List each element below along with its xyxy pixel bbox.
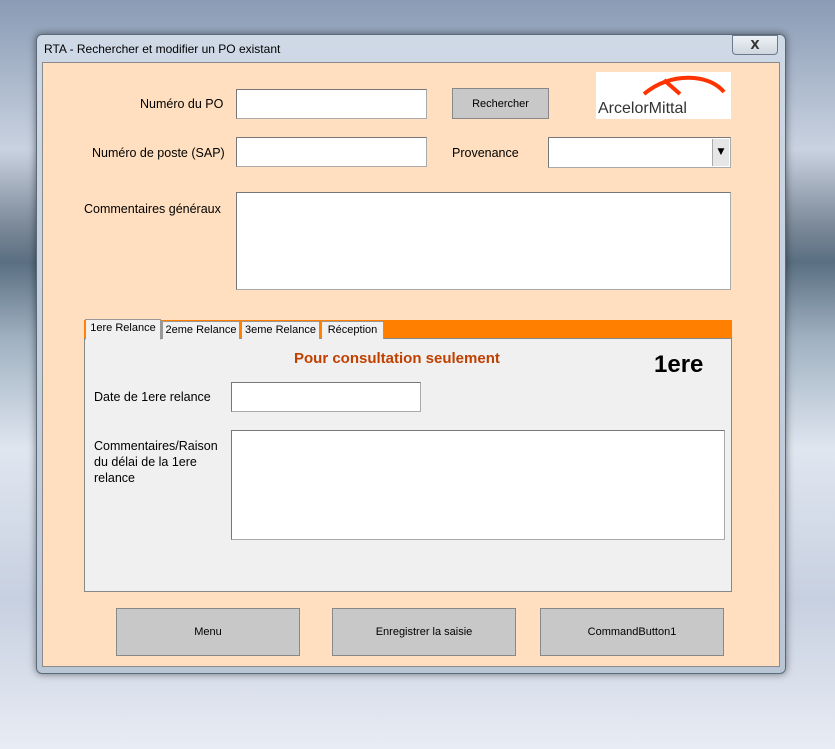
provenance-label: Provenance	[452, 146, 519, 160]
arcelormittal-logo: ArcelorMittal	[596, 72, 731, 119]
relance-badge: 1ere	[654, 351, 704, 378]
comments-textarea[interactable]	[236, 192, 731, 290]
chevron-down-icon[interactable]: ▼	[712, 139, 729, 166]
logo-text: ArcelorMittal	[598, 100, 687, 117]
comments-label: Commentaires généraux	[84, 202, 221, 216]
close-button[interactable]: X	[732, 35, 778, 55]
date-input[interactable]	[231, 382, 421, 412]
save-button[interactable]: Enregistrer la saisie	[332, 608, 516, 656]
po-input[interactable]	[236, 89, 427, 119]
po-label: Numéro du PO	[140, 97, 224, 111]
date-label: Date de 1ere relance	[94, 390, 211, 404]
tab-2eme-relance[interactable]: 2eme Relance	[162, 321, 240, 339]
poste-input[interactable]	[236, 137, 427, 167]
readonly-notice: Pour consultation seulement	[294, 350, 500, 367]
provenance-select[interactable]: ▼	[548, 137, 731, 168]
reason-label: Commentaires/Raison du délai de la 1ere …	[94, 439, 218, 485]
tab-1ere-relance[interactable]: 1ere Relance	[85, 319, 161, 340]
poste-label: Numéro de poste (SAP)	[92, 146, 225, 160]
tab-reception[interactable]: Réception	[321, 321, 384, 339]
reason-textarea[interactable]	[231, 430, 725, 540]
window-title: RTA - Rechercher et modifier un PO exist…	[44, 42, 281, 56]
tab-3eme-relance[interactable]: 3eme Relance	[241, 321, 320, 339]
menu-button[interactable]: Menu	[116, 608, 300, 656]
command-button-1[interactable]: CommandButton1	[540, 608, 724, 656]
search-button[interactable]: Rechercher	[452, 88, 549, 119]
